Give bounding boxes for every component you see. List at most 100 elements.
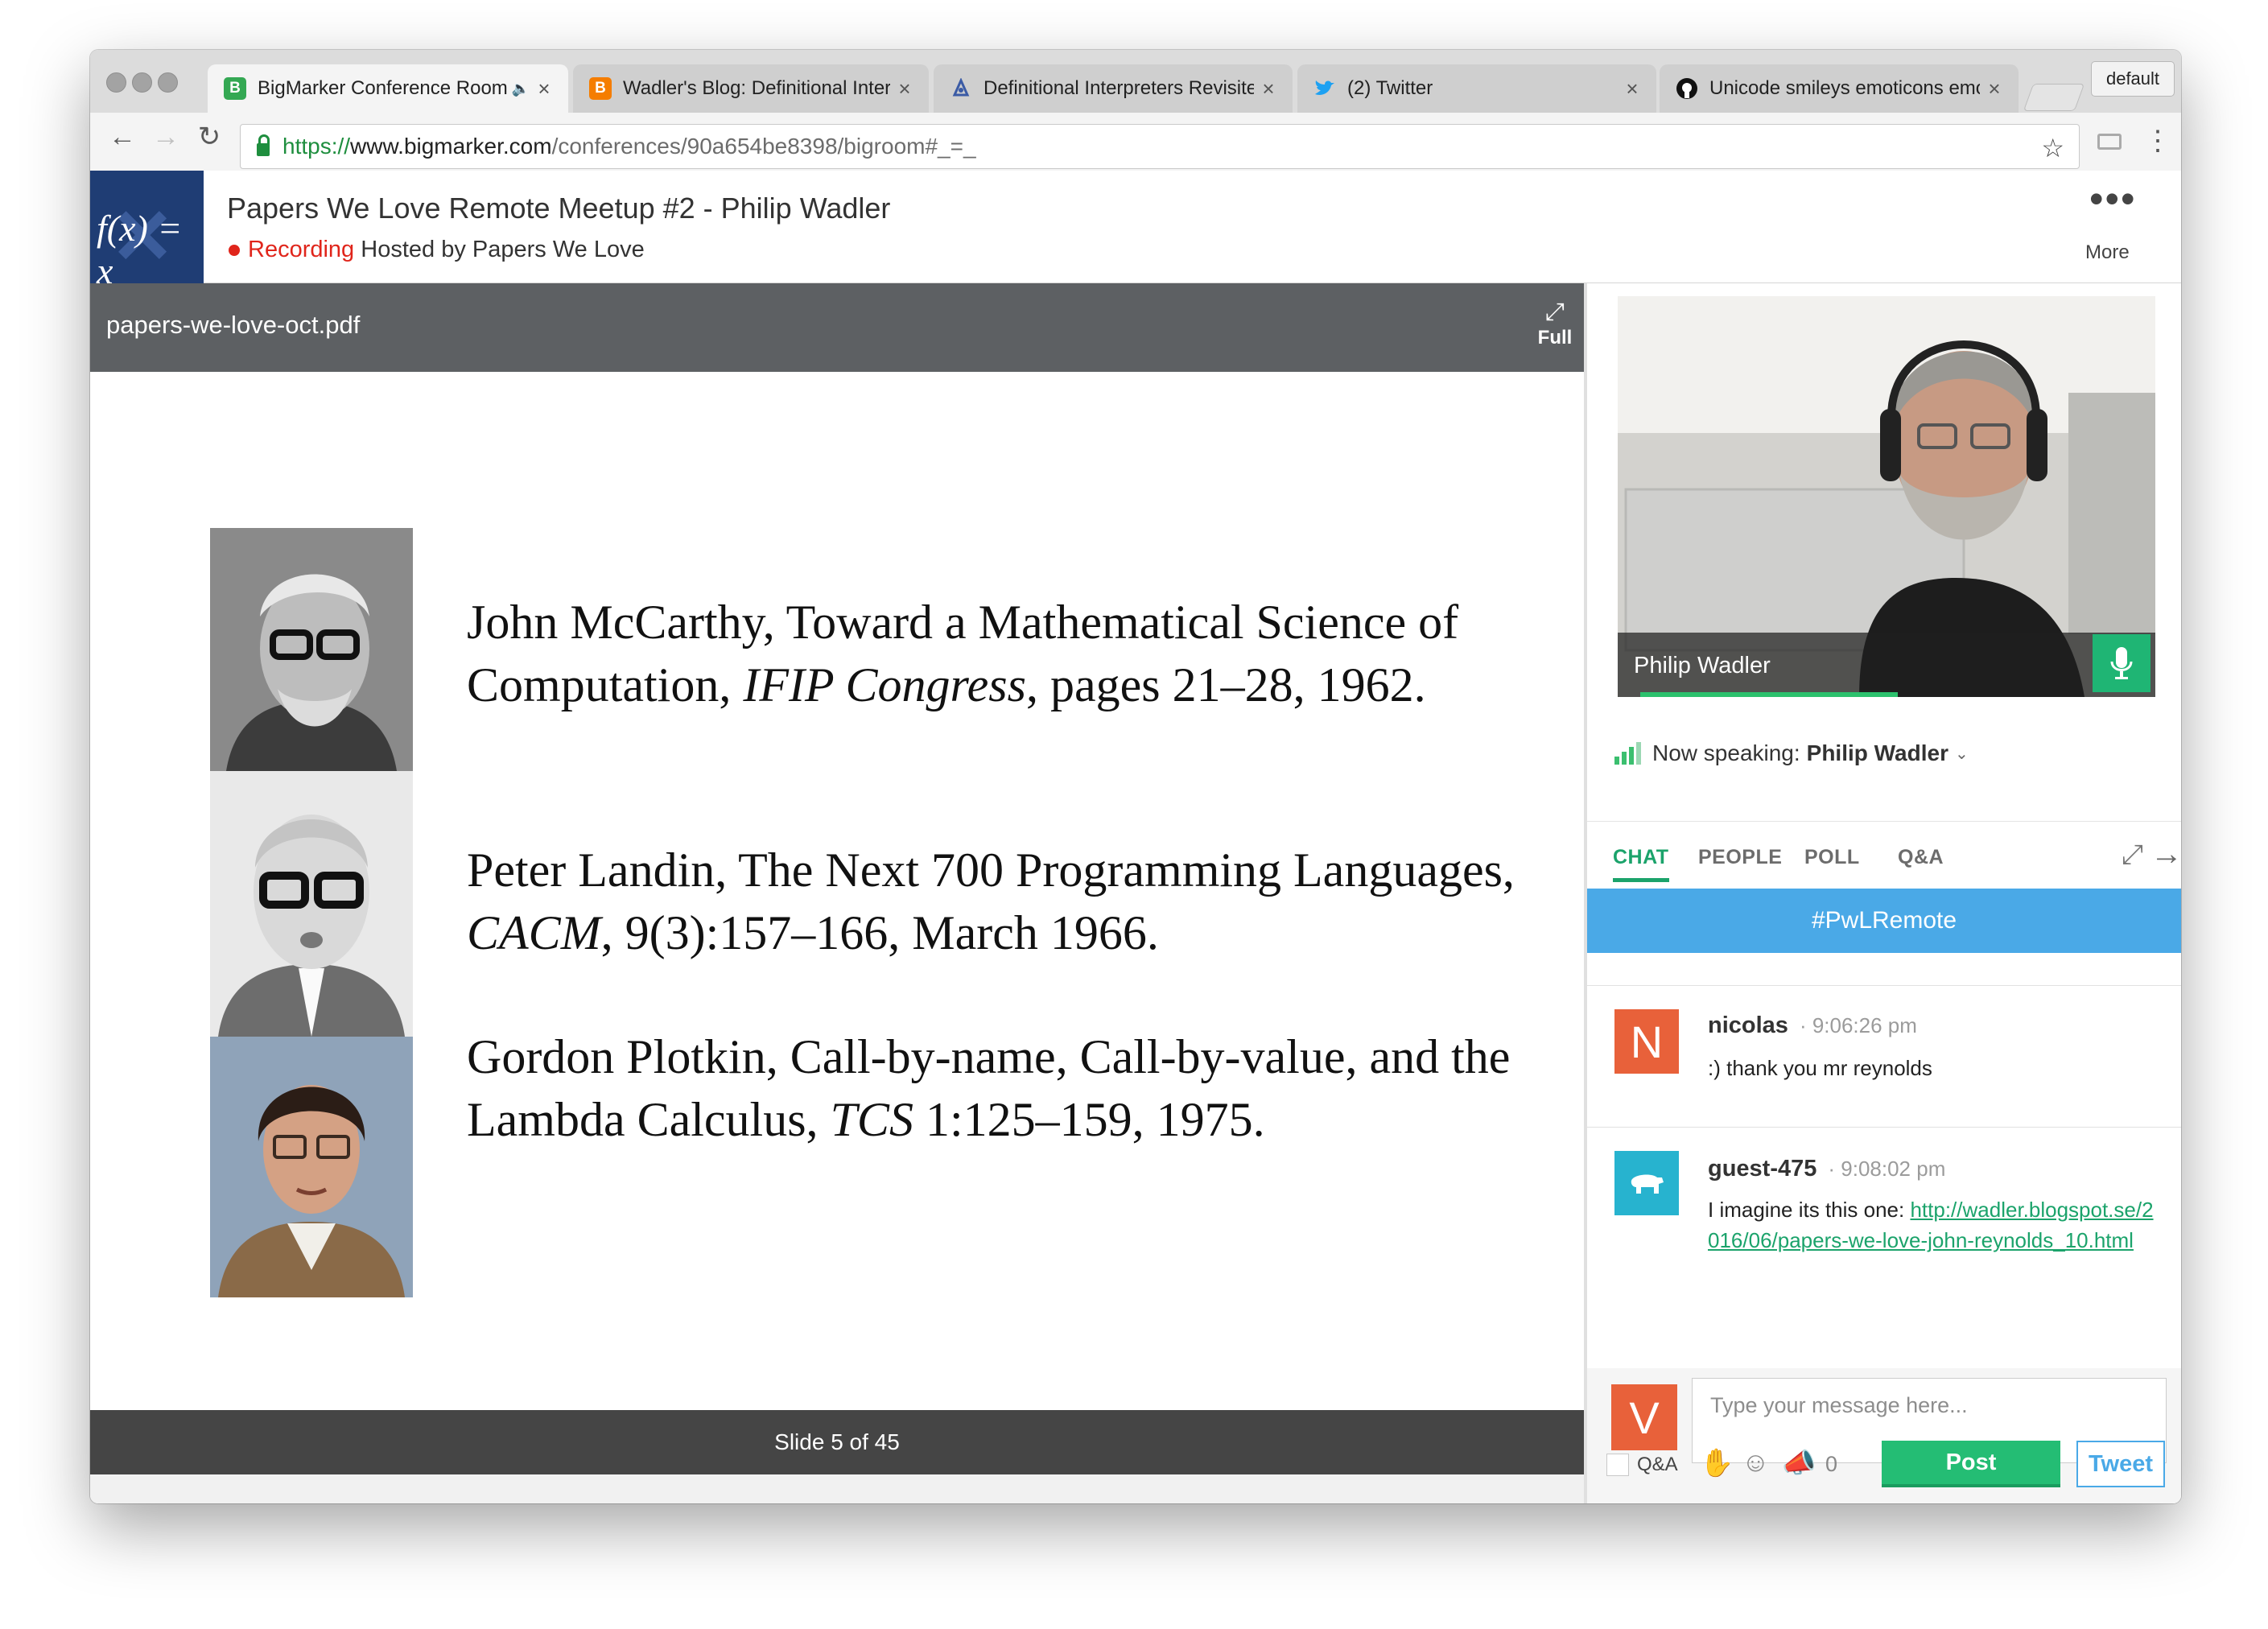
page-title: Papers We Love Remote Meetup #2 - Philip… — [227, 192, 891, 225]
tab-chat[interactable]: CHAT — [1613, 846, 1669, 882]
reference-landin: Peter Landin, The Next 700 Programming L… — [467, 839, 1561, 964]
tab-strip: B BigMarker Conference Room 🔈 × B Wadler… — [90, 50, 2181, 113]
blogger-favicon-icon: B — [589, 77, 612, 100]
address-bar[interactable]: https://www.bigmarker.com/conferences/90… — [240, 124, 2080, 169]
tab-title: Unicode smileys emoticons emoji — [1709, 77, 1980, 99]
audio-playing-icon[interactable]: 🔈 — [512, 80, 530, 97]
speaker-video[interactable]: Philip Wadler — [1618, 296, 2155, 697]
bookmark-star-icon[interactable]: ☆ — [2041, 133, 2064, 163]
composer-tools: Q&A ✋ ☺ 📣 0 Post Tweet — [1587, 1429, 2181, 1503]
chat-username[interactable]: guest-475 — [1708, 1156, 1816, 1182]
recording-dot-icon — [229, 245, 240, 256]
hashtag-label: #PwLRemote — [1811, 907, 1957, 934]
more-button-label[interactable]: More — [2085, 241, 2130, 264]
ref-text: , pages 21–28, 1962. — [1026, 658, 1426, 711]
avatar[interactable]: N — [1614, 1009, 1679, 1074]
avatar[interactable] — [1614, 1151, 1679, 1215]
collapse-arrow-icon[interactable]: → — [2150, 836, 2181, 872]
url-scheme: https:// — [282, 134, 351, 159]
polar-bear-icon — [1631, 1174, 1664, 1194]
signal-bars-icon — [1614, 742, 1641, 765]
profile-button[interactable]: default — [2091, 61, 2175, 97]
tweet-button[interactable]: Tweet — [2076, 1441, 2165, 1487]
tab-close-icon[interactable]: × — [534, 76, 554, 101]
chevron-down-icon[interactable]: ⌄ — [1955, 744, 1969, 764]
chat-hashtag[interactable]: #PwLRemote — [1587, 889, 2181, 953]
popout-expand-icon[interactable]: ⤢ — [2122, 839, 2143, 871]
chat-message-text: I imagine its this one: http://wadler.bl… — [1708, 1194, 2159, 1256]
presentation-header: papers-we-love-oct.pdf ⤢ Full — [90, 283, 1584, 372]
now-speaking[interactable]: Now speaking: Philip Wadler ⌄ — [1614, 740, 1969, 766]
tab-title: (2) Twitter — [1347, 77, 1433, 99]
side-panel: Philip Wadler Now speaking: Philip Wadle… — [1587, 283, 2181, 1503]
ref-text: 1:125–159, 1975. — [913, 1093, 1265, 1146]
expand-icon: ⤢ — [1545, 299, 1565, 325]
presentation-file-name: papers-we-love-oct.pdf — [106, 311, 361, 339]
logo-text: f(x) = x — [97, 208, 183, 283]
tab-title: Definitional Interpreters Revisited — [983, 77, 1254, 99]
browser-tab-unicode-smileys[interactable]: Unicode smileys emoticons emoji × — [1660, 64, 2019, 113]
browser-tab-definitional-interpreters[interactable]: Definitional Interpreters Revisited × — [934, 64, 1293, 113]
minimize-window-button[interactable] — [132, 72, 152, 93]
panel-tabs: CHAT PEOPLE POLL Q&A ⤢ → — [1587, 821, 2181, 889]
microphone-button[interactable] — [2093, 634, 2150, 692]
back-arrow-icon[interactable]: ← — [105, 119, 140, 155]
tab-poll[interactable]: POLL — [1804, 846, 1860, 869]
video-speaker-name: Philip Wadler — [1634, 653, 1771, 678]
hosted-by: Hosted by Papers We Love — [361, 237, 645, 262]
ref-venue: TCS — [830, 1093, 913, 1146]
emoji-smiley-icon[interactable]: ☺ — [1742, 1447, 1770, 1478]
chat-username[interactable]: nicolas — [1708, 1012, 1788, 1038]
tab-close-icon[interactable]: × — [1259, 76, 1278, 101]
close-window-button[interactable] — [106, 72, 126, 93]
tab-close-icon[interactable]: × — [1623, 76, 1642, 101]
portrait-mccarthy-image — [210, 528, 413, 771]
chat-user[interactable]: guest-475 · 9:08:02 pm — [1708, 1156, 1945, 1182]
browser-tab-bigmarker[interactable]: B BigMarker Conference Room 🔈 × — [208, 64, 568, 113]
conference-header: × f(x) = x Papers We Love Remote Meetup … — [90, 171, 2181, 283]
url-path: /conferences/90a654be8398/bigroom#_=_ — [551, 134, 976, 159]
megaphone-icon[interactable]: 📣 — [1782, 1447, 1816, 1479]
tab-close-icon[interactable]: × — [1985, 76, 2004, 101]
browser-tab-twitter[interactable]: (2) Twitter × — [1297, 64, 1656, 113]
post-button[interactable]: Post — [1882, 1441, 2060, 1487]
browser-menu-icon[interactable]: ⋮ — [2144, 127, 2171, 155]
tab-close-icon[interactable]: × — [895, 76, 914, 101]
browser-window: B BigMarker Conference Room 🔈 × B Wadler… — [90, 50, 2181, 1503]
ref-venue: CACM — [467, 906, 601, 959]
now-speaking-name: Philip Wadler — [1806, 740, 1948, 765]
zoom-window-button[interactable] — [158, 72, 178, 93]
reference-mccarthy: John McCarthy, Toward a Mathematical Sci… — [467, 591, 1561, 716]
bigmarker-favicon-icon: B — [224, 77, 246, 100]
ref-text: , 9(3):157–166, March 1966. — [600, 906, 1159, 959]
chat-message: guest-475 · 9:08:02 pm I imagine its this… — [1587, 1127, 2181, 1352]
chat-timestamp: · 9:06:26 pm — [1799, 1013, 1917, 1037]
now-speaking-label: Now speaking: — [1652, 740, 1800, 765]
reload-icon[interactable]: ↻ — [192, 119, 227, 155]
chat-message-text: :) thank you mr reynolds — [1708, 1056, 1932, 1080]
qa-checkbox[interactable] — [1606, 1454, 1629, 1476]
slide-footer: Slide 5 of 45 — [90, 1410, 1584, 1474]
slide-counter: Slide 5 of 45 — [774, 1429, 900, 1454]
tab-qa[interactable]: Q&A — [1898, 846, 1944, 869]
fullscreen-button[interactable]: ⤢ Full — [1534, 298, 1576, 349]
chat-user[interactable]: nicolas · 9:06:26 pm — [1708, 1012, 1917, 1039]
browser-tab-wadlers-blog[interactable]: B Wadler's Blog: Definitional Interprete… — [573, 64, 929, 113]
reference-plotkin: Gordon Plotkin, Call-by-name, Call-by-va… — [467, 1025, 1561, 1151]
microphone-icon — [2110, 647, 2133, 679]
twitter-bird-icon — [1313, 77, 1336, 100]
raise-hand-icon[interactable]: ✋ — [1700, 1447, 1734, 1479]
tab-title: Wadler's Blog: Definitional Interpreters — [623, 77, 890, 99]
github-icon — [1676, 77, 1698, 100]
new-tab-button[interactable] — [2023, 84, 2085, 111]
portrait-plotkin-image — [210, 1037, 413, 1297]
ref-venue: IFIP Congress — [743, 658, 1026, 711]
lock-icon — [257, 134, 270, 156]
tab-title: BigMarker Conference Room — [258, 77, 507, 99]
chat-spacer — [1587, 953, 2181, 986]
doc-icon — [950, 77, 972, 100]
more-dots-icon[interactable]: ••• — [2089, 175, 2137, 222]
tab-people[interactable]: PEOPLE — [1698, 846, 1782, 869]
forward-arrow-icon[interactable]: → — [148, 119, 184, 155]
cast-icon[interactable] — [2097, 134, 2122, 150]
